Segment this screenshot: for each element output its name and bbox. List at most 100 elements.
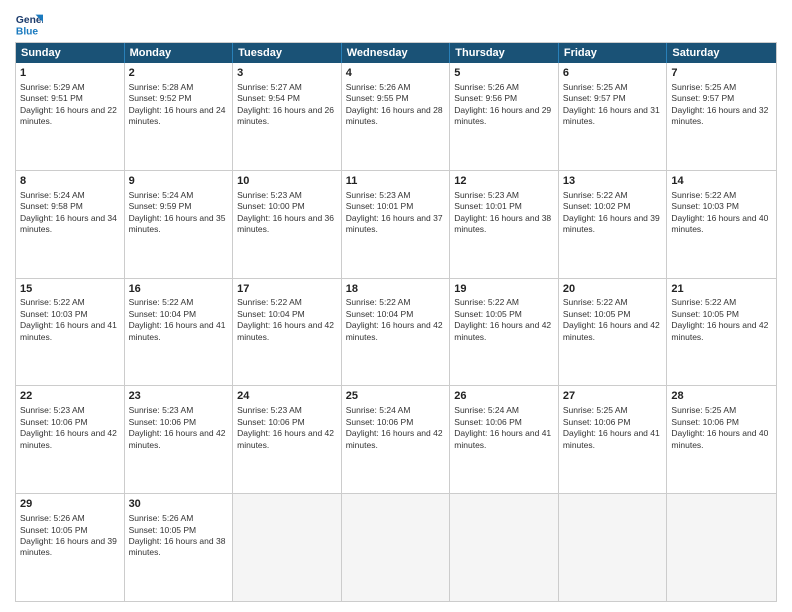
- sunrise-text: Sunrise: 5:26 AM: [454, 82, 519, 92]
- daylight-text: Daylight: 16 hours and 42 minutes.: [346, 320, 443, 341]
- day-number: 23: [129, 389, 229, 404]
- daylight-text: Daylight: 16 hours and 39 minutes.: [563, 213, 660, 234]
- sunset-text: Sunset: 10:05 PM: [129, 525, 197, 535]
- sunrise-text: Sunrise: 5:27 AM: [237, 82, 302, 92]
- day-number: 6: [563, 66, 663, 81]
- sunset-text: Sunset: 9:57 PM: [563, 93, 626, 103]
- day-number: 20: [563, 282, 663, 297]
- day-number: 7: [671, 66, 772, 81]
- sunrise-text: Sunrise: 5:22 AM: [563, 297, 628, 307]
- sunset-text: Sunset: 10:05 PM: [671, 309, 739, 319]
- sunrise-text: Sunrise: 5:22 AM: [20, 297, 85, 307]
- table-row: 6Sunrise: 5:25 AMSunset: 9:57 PM Daylight…: [559, 63, 668, 170]
- day-number: 25: [346, 389, 446, 404]
- sunrise-text: Sunrise: 5:23 AM: [454, 190, 519, 200]
- sunset-text: Sunset: 9:59 PM: [129, 201, 192, 211]
- sunset-text: Sunset: 10:04 PM: [346, 309, 414, 319]
- calendar-week-3: 15Sunrise: 5:22 AMSunset: 10:03 PMDaylig…: [16, 279, 776, 387]
- table-row: 2Sunrise: 5:28 AMSunset: 9:52 PMDaylight…: [125, 63, 234, 170]
- sunrise-text: Sunrise: 5:24 AM: [129, 190, 194, 200]
- sunrise-text: Sunrise: 5:22 AM: [129, 297, 194, 307]
- svg-text:Blue: Blue: [16, 26, 39, 37]
- table-row: [450, 494, 559, 601]
- sunset-text: Sunset: 10:05 PM: [20, 525, 88, 535]
- day-number: 19: [454, 282, 554, 297]
- table-row: 7Sunrise: 5:25 AMSunset: 9:57 PMDaylight…: [667, 63, 776, 170]
- daylight-text: Daylight: 16 hours and 41 minutes.: [563, 428, 660, 449]
- day-number: 5: [454, 66, 554, 81]
- table-row: 16Sunrise: 5:22 AMSunset: 10:04 PMDaylig…: [125, 279, 234, 386]
- sunrise-text: Sunrise: 5:22 AM: [454, 297, 519, 307]
- sunset-text: Sunset: 10:06 PM: [129, 417, 197, 427]
- table-row: 21Sunrise: 5:22 AMSunset: 10:05 PMDaylig…: [667, 279, 776, 386]
- sunset-text: Sunset: 9:58 PM: [20, 201, 83, 211]
- sunrise-text: Sunrise: 5:25 AM: [563, 405, 628, 415]
- daylight-text: Daylight: 16 hours and 42 minutes.: [346, 428, 443, 449]
- col-header-friday: Friday: [559, 43, 668, 63]
- day-number: 15: [20, 282, 120, 297]
- sunrise-text: Sunrise: 5:24 AM: [346, 405, 411, 415]
- table-row: 22Sunrise: 5:23 AMSunset: 10:06 PMDaylig…: [16, 386, 125, 493]
- sunrise-text: Sunrise: 5:22 AM: [346, 297, 411, 307]
- day-number: 22: [20, 389, 120, 404]
- logo: General Blue: [15, 10, 47, 38]
- table-row: 27Sunrise: 5:25 AMSunset: 10:06 PMDaylig…: [559, 386, 668, 493]
- day-number: 16: [129, 282, 229, 297]
- col-header-tuesday: Tuesday: [233, 43, 342, 63]
- table-row: [233, 494, 342, 601]
- sunset-text: Sunset: 10:06 PM: [671, 417, 739, 427]
- page-header: General Blue: [15, 10, 777, 38]
- daylight-text: Daylight: 16 hours and 36 minutes.: [237, 213, 334, 234]
- sunrise-text: Sunrise: 5:23 AM: [129, 405, 194, 415]
- sunrise-text: Sunrise: 5:25 AM: [671, 405, 736, 415]
- sunrise-text: Sunrise: 5:25 AM: [671, 82, 736, 92]
- day-number: 17: [237, 282, 337, 297]
- day-number: 9: [129, 174, 229, 189]
- daylight-text: Daylight: 16 hours and 38 minutes.: [129, 536, 226, 557]
- sunset-text: Sunset: 10:06 PM: [346, 417, 414, 427]
- daylight-text: Daylight: 16 hours and 42 minutes.: [563, 320, 660, 341]
- day-number: 12: [454, 174, 554, 189]
- sunset-text: Sunset: 10:06 PM: [237, 417, 305, 427]
- day-number: 3: [237, 66, 337, 81]
- daylight-text: Daylight: 16 hours and 35 minutes.: [129, 213, 226, 234]
- table-row: 12Sunrise: 5:23 AMSunset: 10:01 PM Daylig…: [450, 171, 559, 278]
- day-number: 14: [671, 174, 772, 189]
- table-row: 14Sunrise: 5:22 AMSunset: 10:03 PMDaylig…: [667, 171, 776, 278]
- table-row: 3Sunrise: 5:27 AMSunset: 9:54 PMDaylight…: [233, 63, 342, 170]
- sunrise-text: Sunrise: 5:25 AM: [563, 82, 628, 92]
- col-header-monday: Monday: [125, 43, 234, 63]
- sunset-text: Sunset: 10:04 PM: [129, 309, 197, 319]
- sunrise-text: Sunrise: 5:23 AM: [237, 405, 302, 415]
- sunrise-text: Sunrise: 5:24 AM: [454, 405, 519, 415]
- table-row: 1Sunrise: 5:29 AMSunset: 9:51 PMDaylight…: [16, 63, 125, 170]
- day-number: 24: [237, 389, 337, 404]
- col-header-sunday: Sunday: [16, 43, 125, 63]
- sunset-text: Sunset: 10:04 PM: [237, 309, 305, 319]
- sunset-text: Sunset: 10:01 PM: [346, 201, 414, 211]
- table-row: 4Sunrise: 5:26 AMSunset: 9:55 PMDaylight…: [342, 63, 451, 170]
- table-row: 19Sunrise: 5:22 AMSunset: 10:05 PMDaylig…: [450, 279, 559, 386]
- day-number: 29: [20, 497, 120, 512]
- day-number: 30: [129, 497, 229, 512]
- day-number: 18: [346, 282, 446, 297]
- sunset-text: Sunset: 10:06 PM: [563, 417, 631, 427]
- sunset-text: Sunset: 10:01 PM: [454, 201, 522, 211]
- daylight-text: Daylight: 16 hours and 41 minutes.: [454, 428, 551, 449]
- sunset-text: Sunset: 10:05 PM: [563, 309, 631, 319]
- table-row: 17Sunrise: 5:22 AMSunset: 10:04 PMDaylig…: [233, 279, 342, 386]
- table-row: 30Sunrise: 5:26 AM Sunset: 10:05 PMDaylig…: [125, 494, 234, 601]
- day-number: 8: [20, 174, 120, 189]
- table-row: 13Sunrise: 5:22 AMSunset: 10:02 PMDaylig…: [559, 171, 668, 278]
- table-row: 25Sunrise: 5:24 AM Sunset: 10:06 PMDaylig…: [342, 386, 451, 493]
- sunrise-text: Sunrise: 5:29 AM: [20, 82, 85, 92]
- table-row: [559, 494, 668, 601]
- daylight-text: Daylight: 16 hours and 42 minutes.: [671, 320, 768, 341]
- logo-icon: General Blue: [15, 10, 43, 38]
- daylight-text: Daylight: 16 hours and 38 minutes.: [454, 213, 551, 234]
- sunrise-text: Sunrise: 5:26 AM: [129, 513, 194, 523]
- daylight-text: Daylight: 16 hours and 31 minutes.: [563, 105, 660, 126]
- table-row: 28Sunrise: 5:25 AMSunset: 10:06 PMDaylig…: [667, 386, 776, 493]
- day-number: 11: [346, 174, 446, 189]
- daylight-text: Daylight: 16 hours and 26 minutes.: [237, 105, 334, 126]
